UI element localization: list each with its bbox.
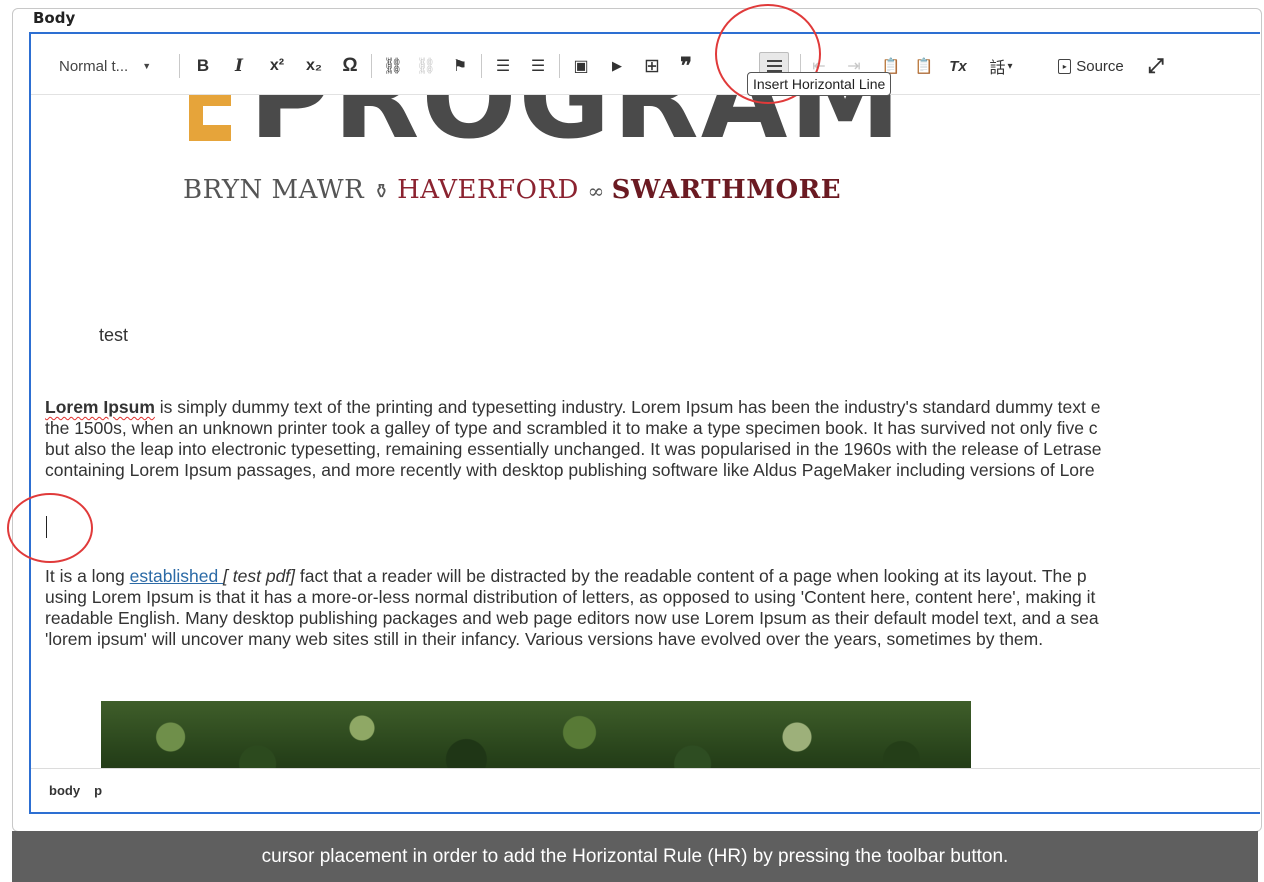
paste-word-button[interactable]: 📋: [913, 54, 935, 78]
media-icon: ▶: [612, 58, 622, 73]
toolbar-separator: [481, 54, 482, 78]
image-icon: ▣: [573, 58, 589, 75]
link-button[interactable]: ⛓: [381, 54, 405, 78]
pretzel-icon: ∞: [587, 179, 612, 203]
path-p[interactable]: p: [94, 783, 102, 798]
image-button[interactable]: ▣: [569, 54, 593, 78]
bulleted-list-button[interactable]: ☰: [491, 54, 515, 78]
bulleted-list-icon: ☰: [495, 58, 511, 75]
program-logo-image: PROGRAM BRYN MAWR ⚱ HAVERFORD ∞ SWARTHMO…: [181, 95, 921, 223]
path-body[interactable]: body: [49, 783, 80, 798]
bold-text: Lorem Ipsum: [45, 397, 155, 417]
paragraph-format-select[interactable]: Normal t... ▼: [53, 54, 183, 78]
highlight-circle-cursor: [7, 493, 93, 563]
superscript-button[interactable]: x²: [265, 54, 289, 78]
special-character-button[interactable]: Ω: [337, 54, 363, 78]
superscript-icon: x²: [269, 57, 285, 74]
paragraph-line: Lorem Ipsum is simply dummy text of the …: [45, 397, 1260, 418]
subscript-button[interactable]: x₂: [302, 54, 326, 78]
bold-button[interactable]: B: [192, 54, 214, 78]
language-icon: 話: [989, 60, 1006, 77]
established-link[interactable]: established: [130, 566, 223, 586]
bold-icon: B: [196, 56, 210, 75]
italic-button[interactable]: I: [228, 54, 250, 78]
paragraph-text: It is a long: [45, 566, 130, 586]
unlink-icon: ⛓: [415, 58, 437, 75]
established-paragraph: It is a long established [ test pdf] fac…: [45, 566, 1260, 650]
element-path-bar: body p: [31, 768, 1260, 812]
chevron-down-icon: ▼: [142, 61, 152, 71]
table-icon: ⊞: [644, 55, 660, 77]
test-paragraph: test: [99, 325, 129, 345]
logo-title: PROGRAM: [249, 95, 903, 164]
link-note: [ test pdf]: [223, 566, 296, 586]
source-icon: ▸: [1058, 58, 1072, 74]
maximize-icon: ⤢: [1148, 54, 1164, 77]
link-icon: ⛓: [382, 58, 404, 75]
paragraph-line: It is a long established [ test pdf] fac…: [45, 566, 1260, 587]
paragraph-line: but also the leap into electronic typese…: [45, 439, 1102, 459]
blockquote-button[interactable]: ❞: [674, 53, 698, 78]
caption-bar: cursor placement in order to add the Hor…: [12, 831, 1258, 882]
editor-toolbar: Normal t... ▼ B I x² x₂ Ω ⛓ ⛓ ⚑ ☰ ☰ ▣ ▶ …: [31, 34, 1260, 95]
flag-icon: ⚑: [452, 58, 468, 75]
logo-swarthmore: SWARTHMORE: [611, 175, 842, 205]
lantern-icon: ⚱: [372, 179, 398, 203]
foliage-image: [101, 701, 971, 770]
paragraph-line: readable English. Many desktop publishin…: [45, 608, 1099, 628]
lorem-ipsum-paragraph: Lorem Ipsum is simply dummy text of the …: [45, 397, 1260, 481]
subscript-icon: x₂: [305, 57, 322, 74]
quote-icon: ❞: [680, 53, 692, 78]
paragraph-text: is simply dummy text of the printing and…: [154, 397, 1101, 417]
language-button[interactable]: 話 ▾: [981, 54, 1021, 78]
paragraph-line: 'lorem ipsum' will uncover many web site…: [45, 629, 1044, 649]
paragraph-line: using Lorem Ipsum is that it has a more-…: [45, 587, 1096, 607]
editor-content[interactable]: PROGRAM BRYN MAWR ⚱ HAVERFORD ∞ SWARTHMO…: [31, 95, 1260, 770]
field-label: Body: [33, 9, 76, 27]
paragraph-line: the 1500s, when an unknown printer took …: [45, 418, 1098, 438]
maximize-button[interactable]: ⤢: [1144, 54, 1168, 78]
toolbar-separator: [559, 54, 560, 78]
source-label: Source: [1076, 57, 1124, 75]
italic-icon: I: [235, 56, 243, 76]
paragraph-text: fact that a reader will be distracted by…: [295, 566, 1087, 586]
media-embed-button[interactable]: ▶: [605, 54, 629, 78]
toolbar-separator: [371, 54, 372, 78]
format-select-value: Normal t...: [59, 57, 129, 75]
paragraph-line: containing Lorem Ipsum passages, and mor…: [45, 460, 1095, 480]
logo-subtitle: BRYN MAWR ⚱ HAVERFORD ∞ SWARTHMORE: [183, 175, 841, 205]
numbered-list-button[interactable]: ☰: [526, 54, 550, 78]
table-button[interactable]: ⊞: [640, 54, 664, 78]
unlink-button[interactable]: ⛓: [414, 54, 438, 78]
remove-format-icon: Tx: [949, 57, 967, 75]
source-button[interactable]: ▸ Source: [1048, 54, 1134, 78]
rich-text-editor[interactable]: Normal t... ▼ B I x² x₂ Ω ⛓ ⛓ ⚑ ☰ ☰ ▣ ▶ …: [29, 32, 1260, 814]
anchor-button[interactable]: ⚑: [449, 54, 471, 78]
horizontal-line-tooltip: Insert Horizontal Line: [747, 72, 892, 96]
toolbar-separator: [179, 54, 180, 78]
paste-word-icon: 📋: [914, 58, 934, 75]
logo-mark: [189, 95, 231, 141]
logo-haverford: HAVERFORD: [397, 175, 579, 205]
logo-bryn-mawr: BRYN MAWR: [183, 175, 365, 205]
remove-format-button[interactable]: Tx: [946, 54, 970, 78]
numbered-list-icon: ☰: [530, 58, 546, 75]
omega-icon: Ω: [342, 55, 358, 76]
